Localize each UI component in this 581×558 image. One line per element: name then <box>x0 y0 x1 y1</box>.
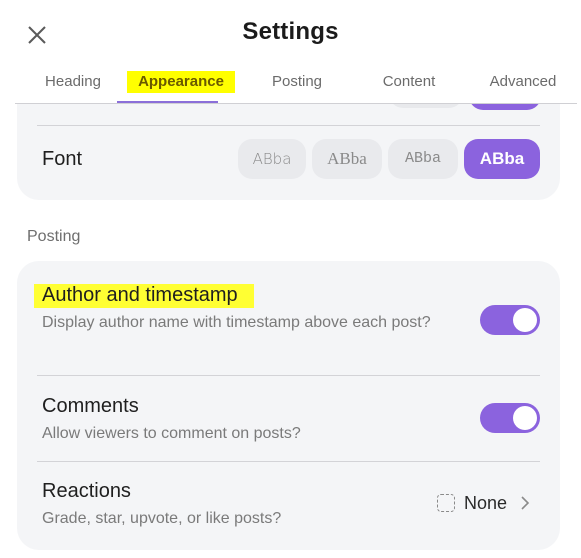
tab-bar: Heading Appearance Posting Content Advan… <box>0 68 581 104</box>
font-option-bold-selected[interactable]: ABba <box>464 139 540 179</box>
font-label: Font <box>42 148 83 170</box>
reactions-select[interactable]: None <box>437 491 531 515</box>
setting-title: Reactions <box>42 480 131 502</box>
section-label-posting: Posting <box>27 228 81 245</box>
divider <box>37 125 540 126</box>
toggle-knob <box>513 406 537 430</box>
comments-toggle[interactable] <box>480 403 540 433</box>
tab-posting[interactable]: Posting <box>262 68 332 102</box>
setting-description: Grade, star, upvote, or like posts? <box>42 510 282 527</box>
toggle-knob <box>513 308 537 332</box>
setting-description: Allow viewers to comment on posts? <box>42 425 301 442</box>
font-option-mono[interactable]: ABba <box>388 139 458 179</box>
active-tab-indicator <box>117 101 218 103</box>
divider <box>37 461 540 462</box>
setting-title: Author and timestamp <box>34 284 254 308</box>
tab-heading[interactable]: Heading <box>40 68 106 102</box>
tab-label: Appearance <box>127 71 235 93</box>
reactions-value: None <box>464 492 508 513</box>
settings-header: Settings Heading Appearance Posting Cont… <box>0 0 581 104</box>
setting-description: Display author name with timestamp above… <box>42 314 431 331</box>
posting-card: Author and timestamp Display author name… <box>17 261 560 550</box>
chevron-right-icon <box>519 495 531 511</box>
tab-content[interactable]: Content <box>372 68 446 102</box>
divider <box>37 375 540 376</box>
tab-advanced[interactable]: Advanced <box>480 68 566 102</box>
dashed-square-icon <box>437 494 455 512</box>
tab-bar-border <box>15 103 577 104</box>
font-option-sans[interactable]: ABba <box>238 139 306 179</box>
font-option-serif[interactable]: ABba <box>312 139 382 179</box>
setting-title: Comments <box>42 395 139 417</box>
author-timestamp-toggle[interactable] <box>480 305 540 335</box>
page-title: Settings <box>242 18 339 45</box>
tab-appearance[interactable]: Appearance <box>117 68 245 102</box>
